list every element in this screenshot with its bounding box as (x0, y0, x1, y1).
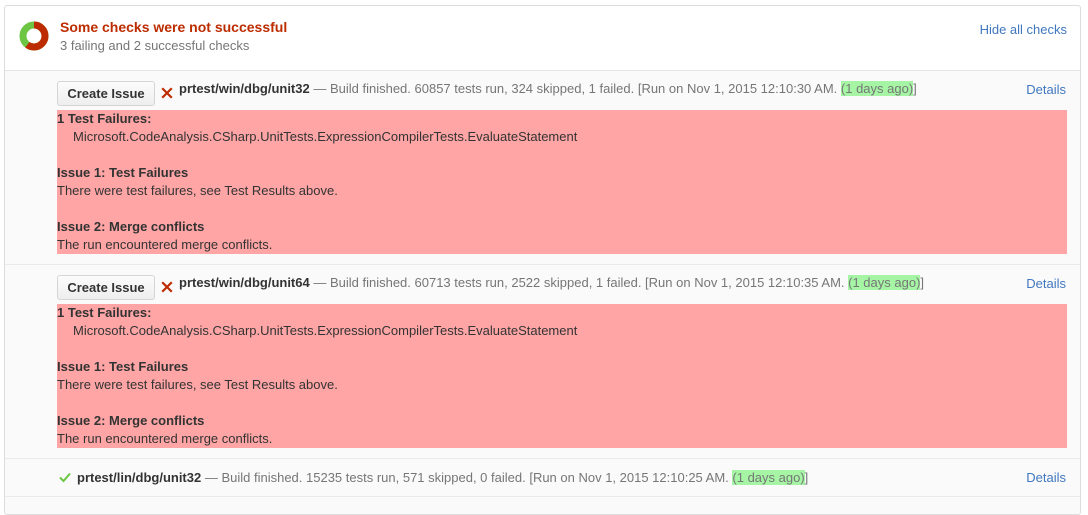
status-donut-icon (19, 21, 49, 51)
issue-title: Issue 1: Test Failures (57, 359, 189, 374)
check-summary-line: prtest/lin/dbg/unit32 — Build finished. … (77, 470, 808, 485)
checks-summary: Some checks were not successful 3 failin… (5, 6, 1080, 71)
check-suffix: ] (920, 275, 925, 290)
issue-title: Issue 2: Merge conflicts (57, 413, 205, 428)
failure-x-icon (161, 87, 173, 99)
check-name: prtest/win/dbg/unit32 (179, 81, 310, 96)
check-age: (1 days ago) (840, 81, 914, 96)
failure-title: 1 Test Failures: (57, 305, 152, 320)
create-issue-button[interactable]: Create Issue (57, 275, 155, 300)
details-link[interactable]: Details (1026, 470, 1066, 485)
details-link[interactable]: Details (1026, 82, 1066, 97)
issue-title: Issue 2: Merge conflicts (57, 219, 205, 234)
check-description: — Build finished. 60857 tests run, 324 s… (309, 81, 841, 96)
check-summary-line: prtest/win/dbg/unit32 — Build finished. … (179, 81, 917, 96)
failure-details-box: 1 Test Failures: Microsoft.CodeAnalysis.… (57, 110, 1067, 254)
issue-text: There were test failures, see Test Resul… (57, 377, 338, 392)
checks-panel: Some checks were not successful 3 failin… (4, 5, 1081, 515)
hide-all-checks-link[interactable]: Hide all checks (980, 22, 1067, 37)
check-suffix: ] (804, 470, 809, 485)
details-link[interactable]: Details (1026, 276, 1066, 291)
check-summary-line: prtest/win/dbg/unit64 — Build finished. … (179, 275, 924, 290)
failed-test-name: Microsoft.CodeAnalysis.CSharp.UnitTests.… (73, 323, 578, 338)
failure-title: 1 Test Failures: (57, 111, 152, 126)
check-age: (1 days ago) (848, 275, 921, 290)
failed-test-name: Microsoft.CodeAnalysis.CSharp.UnitTests.… (73, 129, 578, 144)
check-age: (1 days ago) (732, 470, 805, 485)
create-issue-button[interactable]: Create Issue (57, 81, 155, 106)
summary-subtitle: 3 failing and 2 successful checks (60, 38, 250, 53)
issue-title: Issue 1: Test Failures (57, 165, 189, 180)
check-suffix: ] (913, 81, 917, 96)
check-row: Create Issue prtest/win/dbg/unit64 — Bui… (5, 264, 1080, 459)
check-row: prtest/lin/dbg/unit32 — Build finished. … (5, 458, 1080, 497)
check-description: — Build finished. 60713 tests run, 2522 … (309, 275, 849, 290)
issue-text: The run encountered merge conflicts. (57, 237, 273, 252)
check-name: prtest/lin/dbg/unit32 (77, 470, 202, 485)
failure-x-icon (161, 281, 173, 293)
issue-text: There were test failures, see Test Resul… (57, 183, 338, 198)
check-description: — Build finished. 15235 tests run, 571 s… (201, 470, 733, 485)
check-name: prtest/win/dbg/unit64 (179, 275, 310, 290)
failure-details-box: 1 Test Failures: Microsoft.CodeAnalysis.… (57, 304, 1067, 448)
issue-text: The run encountered merge conflicts. (57, 431, 273, 446)
check-row: Create Issue prtest/win/dbg/unit32 — Bui… (5, 70, 1080, 265)
success-check-icon (59, 472, 71, 483)
summary-title: Some checks were not successful (60, 19, 288, 35)
